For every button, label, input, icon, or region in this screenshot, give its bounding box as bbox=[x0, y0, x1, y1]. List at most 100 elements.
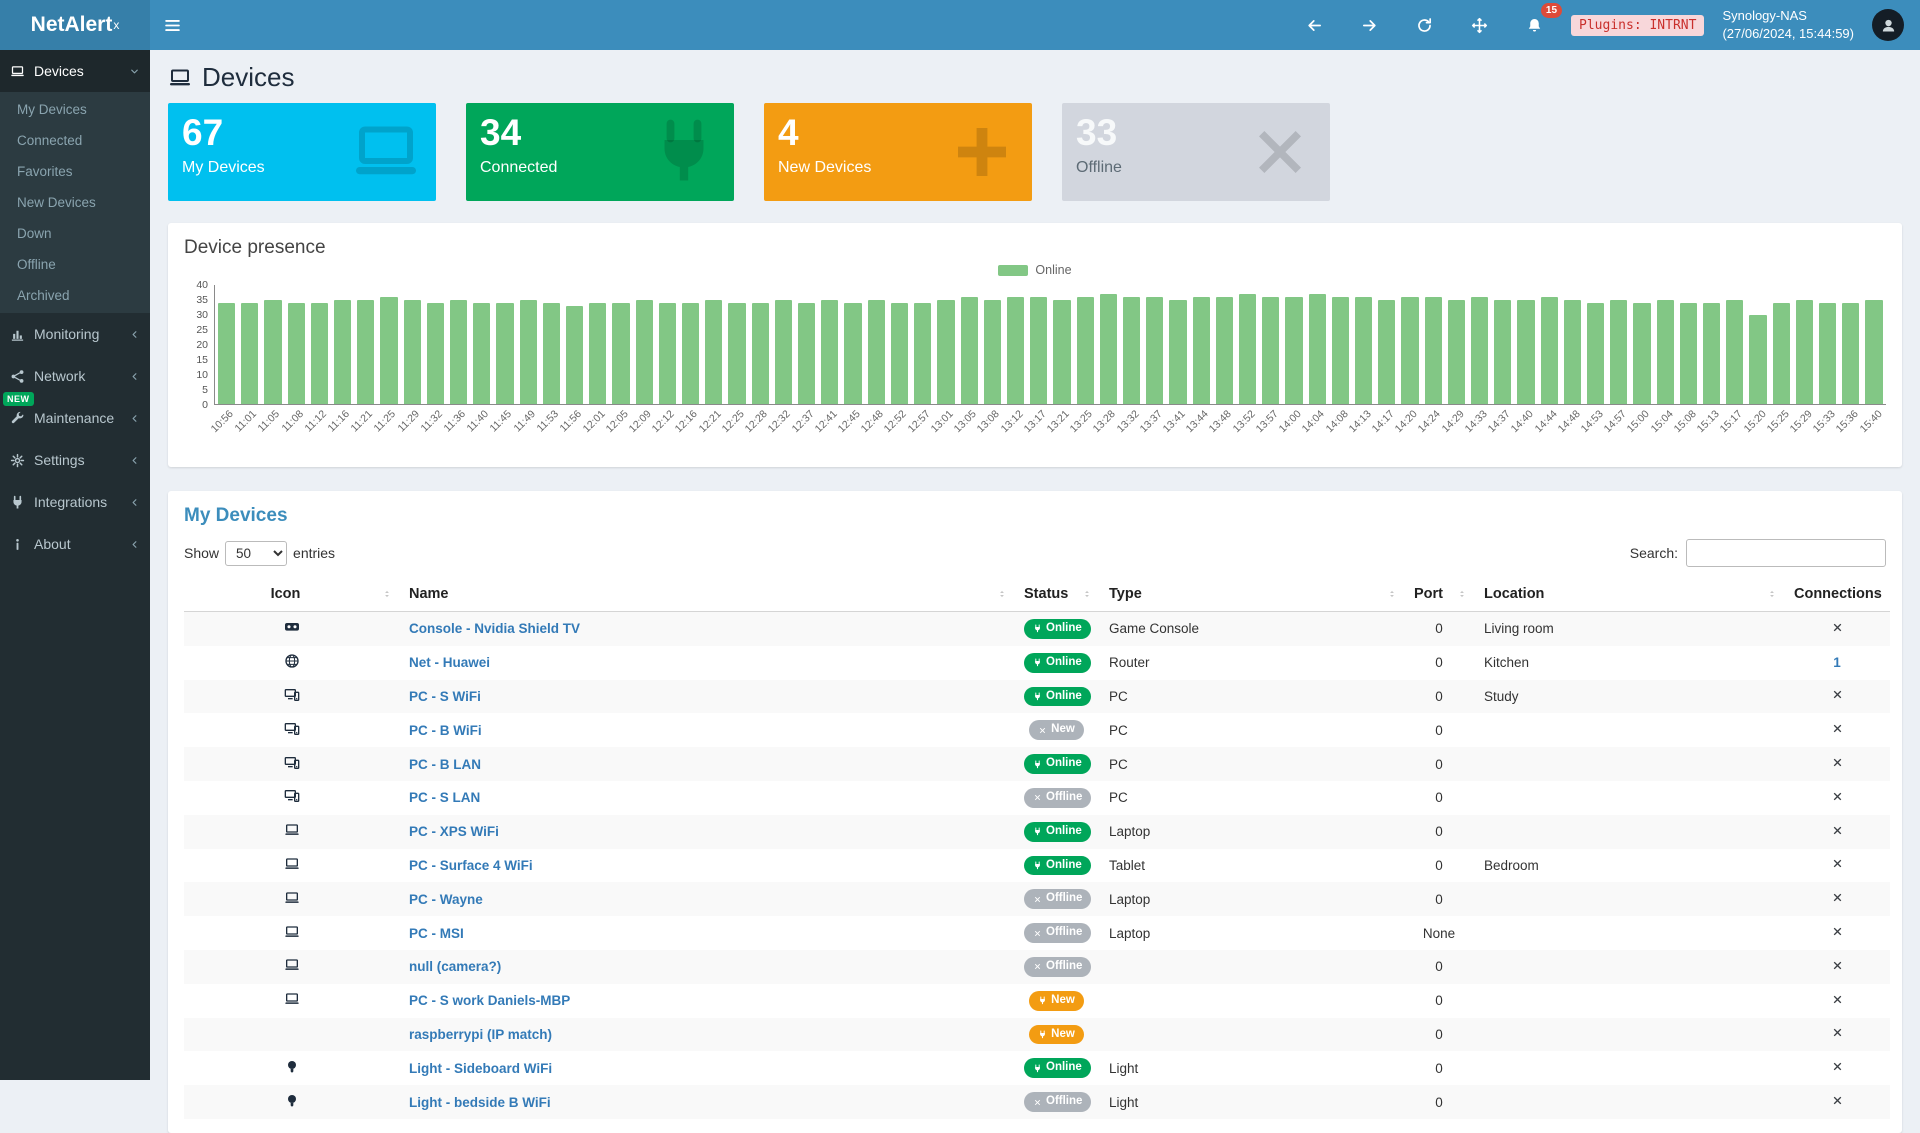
delete-connection-icon[interactable] bbox=[1831, 790, 1844, 803]
delete-connection-icon[interactable] bbox=[1831, 688, 1844, 701]
device-name-cell: raspberrypi (IP match) bbox=[399, 1018, 1014, 1052]
chart-x-label: 12:25 bbox=[728, 405, 745, 453]
sidebar-subitem-archived[interactable]: Archived bbox=[0, 280, 150, 311]
delete-connection-icon[interactable] bbox=[1831, 891, 1844, 904]
device-location-cell: Study bbox=[1474, 680, 1784, 714]
chart-bar bbox=[1100, 294, 1117, 404]
sidebar-item-settings[interactable]: Settings bbox=[0, 439, 150, 481]
column-header-name[interactable]: Name bbox=[399, 577, 1014, 612]
sidebar-subitem-down[interactable]: Down bbox=[0, 218, 150, 249]
device-link[interactable]: Light - Sideboard WiFi bbox=[409, 1061, 552, 1076]
device-status-cell: Offline bbox=[1014, 950, 1099, 984]
device-link[interactable]: PC - MSI bbox=[409, 926, 464, 941]
delete-connection-icon[interactable] bbox=[1831, 621, 1844, 634]
device-connections-cell bbox=[1784, 1085, 1890, 1119]
device-link[interactable]: PC - B LAN bbox=[409, 757, 481, 772]
sidebar-toggle-button[interactable] bbox=[154, 11, 191, 40]
legend-swatch bbox=[998, 265, 1028, 276]
chart-bar bbox=[218, 303, 235, 404]
column-header-location[interactable]: Location bbox=[1474, 577, 1784, 612]
sidebar-subitem-new-devices[interactable]: New Devices bbox=[0, 187, 150, 218]
delete-connection-icon[interactable] bbox=[1831, 1026, 1844, 1039]
device-link[interactable]: PC - B WiFi bbox=[409, 723, 482, 738]
infobox-connected[interactable]: 34 Connected bbox=[466, 103, 734, 201]
sidebar-item-integrations[interactable]: Integrations bbox=[0, 481, 150, 523]
delete-connection-icon[interactable] bbox=[1831, 925, 1844, 938]
search-input[interactable] bbox=[1686, 539, 1886, 567]
user-avatar[interactable] bbox=[1872, 9, 1904, 41]
device-icon-cell bbox=[184, 916, 399, 950]
host-info: Synology-NAS (27/06/2024, 15:44:59) bbox=[1722, 7, 1854, 42]
chart-x-label: 13:08 bbox=[983, 405, 1000, 453]
forward-button[interactable] bbox=[1351, 11, 1388, 40]
chart-x-label: 11:25 bbox=[380, 405, 397, 453]
chart-bar bbox=[752, 303, 769, 404]
chart-bar bbox=[1262, 297, 1279, 404]
chart-x-label: 11:12 bbox=[310, 405, 327, 453]
plugins-status-label[interactable]: Plugins: INTRNT bbox=[1571, 15, 1704, 36]
chart-bar bbox=[1448, 300, 1465, 404]
chevron-left-icon bbox=[129, 371, 140, 382]
chart-x-label: 14:24 bbox=[1424, 405, 1441, 453]
sidebar-subitem-connected[interactable]: Connected bbox=[0, 125, 150, 156]
device-type-cell bbox=[1099, 984, 1404, 1018]
delete-connection-icon[interactable] bbox=[1831, 722, 1844, 735]
laptop-icon bbox=[168, 66, 192, 90]
infobox-new-devices[interactable]: 4 New Devices bbox=[764, 103, 1032, 201]
sidebar-item-devices[interactable]: Devices bbox=[0, 50, 150, 92]
sidebar-item-monitoring[interactable]: Monitoring bbox=[0, 313, 150, 355]
delete-connection-icon[interactable] bbox=[1831, 1094, 1844, 1107]
device-link[interactable]: Console - Nvidia Shield TV bbox=[409, 621, 580, 636]
move-button[interactable] bbox=[1461, 11, 1498, 40]
device-link[interactable]: PC - S WiFi bbox=[409, 689, 481, 704]
device-link[interactable]: PC - XPS WiFi bbox=[409, 824, 499, 839]
device-link[interactable]: PC - S LAN bbox=[409, 790, 480, 805]
infobox-value: 4 bbox=[778, 113, 1018, 154]
laptop-icon bbox=[10, 64, 25, 79]
column-header-status[interactable]: Status bbox=[1014, 577, 1099, 612]
device-link[interactable]: PC - Surface 4 WiFi bbox=[409, 858, 533, 873]
sidebar-item-about[interactable]: About bbox=[0, 523, 150, 565]
refresh-button[interactable] bbox=[1406, 11, 1443, 40]
page-size-select[interactable]: 50 bbox=[225, 541, 287, 566]
device-icon-cell bbox=[184, 1051, 399, 1085]
device-row: null (camera?) Offline 0 bbox=[184, 950, 1890, 984]
delete-connection-icon[interactable] bbox=[1831, 824, 1844, 837]
column-header-icon[interactable]: Icon bbox=[184, 577, 399, 612]
column-header-type[interactable]: Type bbox=[1099, 577, 1404, 612]
device-connections-cell bbox=[1784, 713, 1890, 747]
chart-x-label: 14:44 bbox=[1540, 405, 1557, 453]
device-link[interactable]: Light - bedside B WiFi bbox=[409, 1095, 551, 1110]
sidebar-menu: DevicesMy DevicesConnectedFavoritesNew D… bbox=[0, 50, 150, 565]
chart-x-label: 12:21 bbox=[705, 405, 722, 453]
device-row: Net - Huawei Online Router 0 Kitchen 1 bbox=[184, 646, 1890, 680]
infobox-my-devices[interactable]: 67 My Devices bbox=[168, 103, 436, 201]
chevron-down-icon bbox=[129, 66, 140, 77]
delete-connection-icon[interactable] bbox=[1831, 1060, 1844, 1073]
sidebar-subitem-favorites[interactable]: Favorites bbox=[0, 156, 150, 187]
sidebar-subitem-offline[interactable]: Offline bbox=[0, 249, 150, 280]
device-link[interactable]: raspberrypi (IP match) bbox=[409, 1027, 552, 1042]
device-link[interactable]: null (camera?) bbox=[409, 959, 501, 974]
delete-connection-icon[interactable] bbox=[1831, 993, 1844, 1006]
column-header-port[interactable]: Port bbox=[1404, 577, 1474, 612]
globe-icon bbox=[284, 653, 300, 669]
sidebar-item-network[interactable]: NetworkNEW bbox=[0, 355, 150, 397]
delete-connection-icon[interactable] bbox=[1831, 959, 1844, 972]
sort-icon bbox=[996, 588, 1008, 600]
delete-connection-icon[interactable] bbox=[1831, 756, 1844, 769]
chart-bar bbox=[659, 303, 676, 404]
device-type-cell: Laptop bbox=[1099, 815, 1404, 849]
refresh-icon bbox=[1416, 17, 1433, 34]
connections-count-link[interactable]: 1 bbox=[1833, 655, 1841, 670]
delete-connection-icon[interactable] bbox=[1831, 857, 1844, 870]
device-link[interactable]: Net - Huawei bbox=[409, 655, 490, 670]
notifications-button[interactable]: 15 bbox=[1516, 11, 1553, 40]
column-header-connections[interactable]: Connections bbox=[1784, 577, 1890, 612]
infobox-offline[interactable]: 33 Offline bbox=[1062, 103, 1330, 201]
back-button[interactable] bbox=[1296, 11, 1333, 40]
device-link[interactable]: PC - Wayne bbox=[409, 892, 483, 907]
app-logo[interactable]: NetAlertx bbox=[0, 0, 150, 50]
device-link[interactable]: PC - S work Daniels-MBP bbox=[409, 993, 570, 1008]
sidebar-subitem-my-devices[interactable]: My Devices bbox=[0, 94, 150, 125]
